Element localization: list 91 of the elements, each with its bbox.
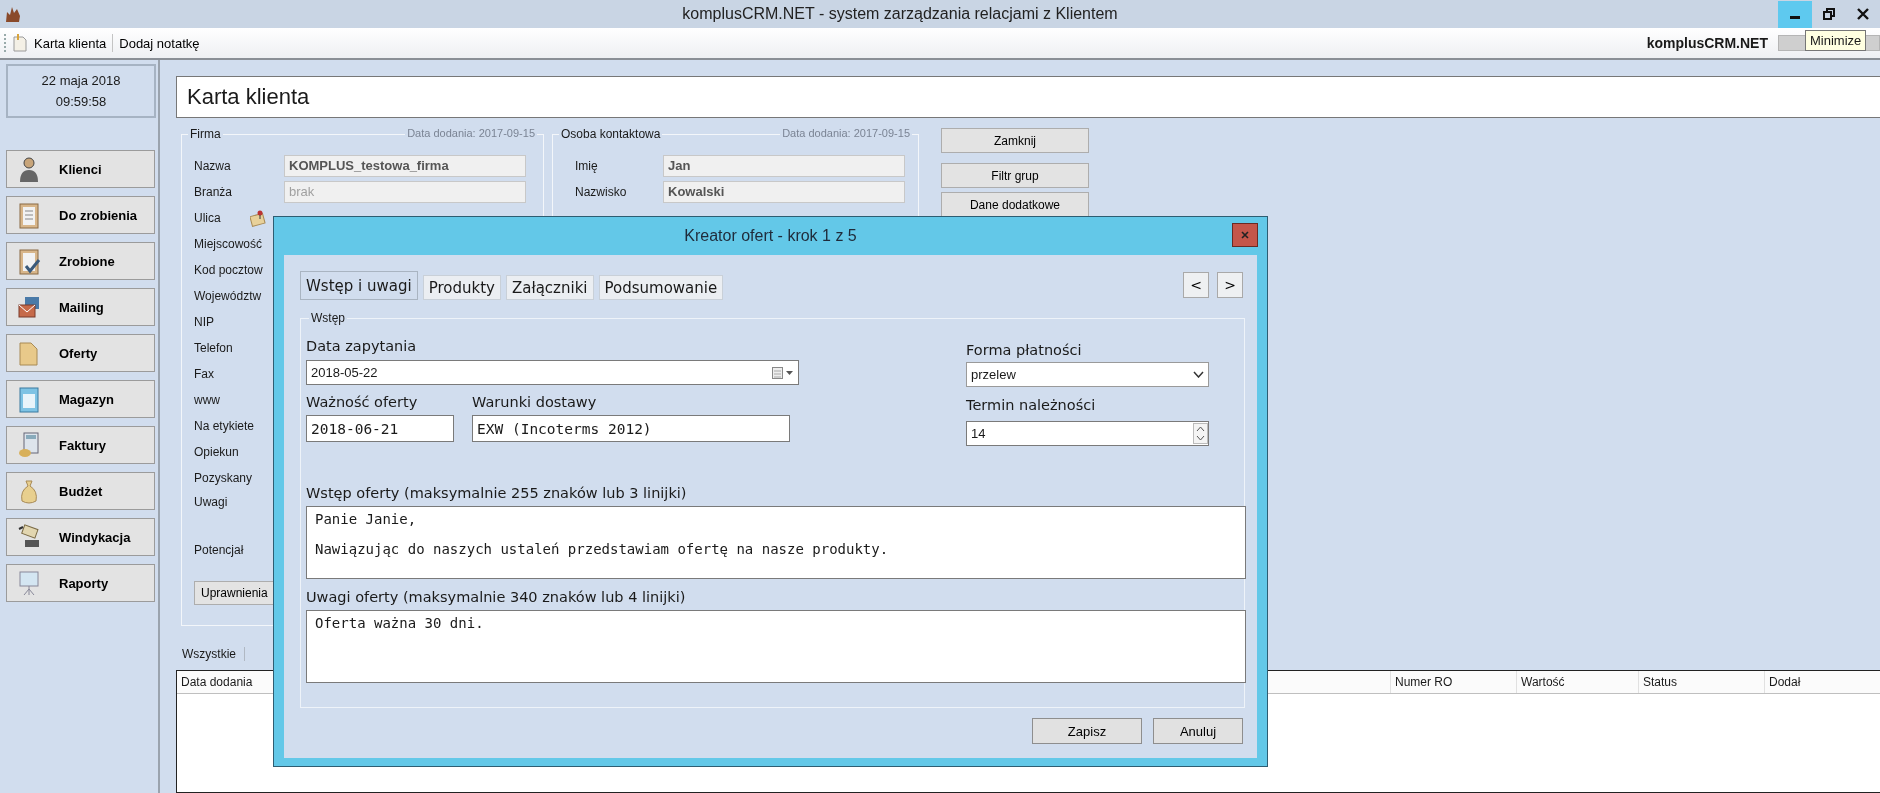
field-label: Ważność oferty (306, 393, 419, 412)
field-label: Telefon (194, 341, 234, 355)
sidebar-button[interactable]: Mailing (6, 288, 155, 326)
date-added-text: Data dodania: 2017-09-15 (405, 127, 537, 139)
field-label: Pozyskany (194, 471, 254, 485)
field-label: Nazwisko (574, 185, 628, 199)
column-header[interactable]: Status (1638, 671, 1764, 693)
field-label: Imię (574, 159, 599, 173)
list-tab[interactable]: Wszystkie (182, 647, 245, 661)
sidebar-button[interactable]: Zrobione (6, 242, 155, 280)
field-label: Kod pocztow (194, 263, 264, 277)
text-field[interactable]: KOMPLUS_testowa_firma (284, 155, 526, 177)
nav-button[interactable]: < (1183, 272, 1209, 298)
group-title: Firma (188, 127, 223, 141)
field-label: Warunki dostawy (472, 393, 598, 412)
field-label: Województw (194, 289, 263, 303)
field-label: Opiekun (194, 445, 240, 459)
field-label: Wstęp oferty (maksymalnie 255 znaków lub 3 linijki) (306, 484, 688, 503)
sidebar-button[interactable]: Do zrobienia (6, 196, 155, 234)
text-area[interactable]: Panie Janie, Nawiązując do naszych ustaleń przedstawiam ofertę na nasze produkty. (306, 506, 1246, 579)
field-label: Potencjał (194, 543, 245, 557)
sidebar-button[interactable]: Magazyn (6, 380, 155, 418)
folder-icon (17, 339, 41, 367)
restore-icon (1823, 8, 1835, 20)
clipboard-icon (17, 201, 41, 229)
person-icon (17, 155, 41, 183)
field-label: Ulica (194, 211, 222, 225)
minimize-button[interactable] (1778, 0, 1812, 28)
minimize-icon (1790, 15, 1800, 19)
action-button[interactable]: Filtr grup (941, 163, 1089, 188)
calendar-dropdown-icon (772, 366, 794, 379)
text-field[interactable]: 2018-06-21 (306, 415, 454, 442)
text-field[interactable]: Kowalski (663, 181, 905, 203)
clipboard-check-icon (17, 247, 41, 275)
calculator-icon (17, 431, 41, 459)
dialog-button[interactable]: Anuluj (1153, 718, 1243, 744)
window-title: komplusCRM.NET - system zarządzania relacjami z Klientem (681, 5, 1119, 23)
field-label: Uwagi oferty (maksymalnie 340 znaków lub 4 linijki) (306, 588, 687, 607)
date-added-text: Data dodania: 2017-09-15 (780, 127, 912, 139)
tab[interactable]: Wstęp i uwagi (300, 271, 418, 300)
field-label: Nazwa (194, 159, 232, 173)
sidebar-button[interactable]: Windykacja (6, 518, 155, 556)
toolbar-button[interactable]: Dodaj notatkę (113, 35, 206, 51)
action-button[interactable]: Zamknij (941, 128, 1089, 153)
tab[interactable]: Podsumowanie (598, 275, 724, 300)
dropdown[interactable]: przelew (966, 362, 1209, 387)
sidebar-button[interactable]: Oferty (6, 334, 155, 372)
column-header[interactable]: Wartość (1516, 671, 1638, 693)
document-icon (12, 34, 28, 52)
field-label: Termin należności (966, 396, 1097, 415)
number-field[interactable]: 14 (966, 421, 1209, 446)
tab[interactable]: Produkty (422, 275, 501, 300)
date-text: 22 maja 2018 (41, 73, 121, 88)
close-icon (1857, 8, 1869, 20)
permissions-button[interactable]: Uprawnienia (194, 581, 274, 605)
dialog-button[interactable]: Zapisz (1032, 718, 1142, 744)
close-icon (1241, 231, 1249, 239)
date-picker[interactable]: 2018-05-22 (306, 360, 799, 385)
field-label: NIP (194, 315, 215, 329)
group-title: Osoba kontaktowa (559, 127, 663, 141)
page-title: Karta klienta (176, 76, 1880, 118)
pinned-note-icon[interactable] (250, 209, 266, 227)
presentation-icon (17, 569, 41, 597)
column-header[interactable]: Numer RO (1390, 671, 1516, 693)
time-text: 09:59:58 (55, 94, 107, 109)
tooltip: Minimize (1805, 30, 1867, 51)
field-label: Branża (194, 185, 234, 199)
nav-button[interactable]: > (1217, 272, 1243, 298)
brand-name: komplusCRM.NET (1646, 35, 1768, 51)
column-header[interactable]: Dodał (1764, 671, 1880, 693)
sidebar-button[interactable]: Raporty (6, 564, 155, 602)
text-field[interactable]: Jan (663, 155, 905, 177)
toolbar-button[interactable]: Karta klienta (28, 35, 113, 51)
text-area[interactable]: Oferta ważna 30 dni. (306, 610, 1246, 683)
field-label: www (194, 393, 221, 407)
field-label: Na etykiete (194, 419, 256, 433)
field-label: Forma płatności (966, 341, 1083, 360)
tab[interactable]: Załączniki (505, 275, 594, 300)
field-label: Uwagi (194, 495, 229, 509)
sidebar-button[interactable]: Klienci (6, 150, 155, 188)
dialog-title: Kreator ofert - krok 1 z 5 (684, 227, 857, 245)
text-field[interactable]: EXW (Incoterms 2012) (472, 415, 790, 442)
field-label: Data zapytania (306, 337, 418, 356)
field-label: Fax (194, 367, 215, 381)
action-button[interactable]: Dane dodatkowe (941, 192, 1089, 217)
sidebar-button[interactable]: Budżet (6, 472, 155, 510)
spinner-arrows-icon[interactable] (1193, 423, 1208, 444)
group-title: Wstęp (309, 311, 347, 325)
chevron-down-icon (1193, 371, 1204, 378)
sidebar-button[interactable]: Faktury (6, 426, 155, 464)
field-label: Miejscowość (194, 237, 263, 251)
